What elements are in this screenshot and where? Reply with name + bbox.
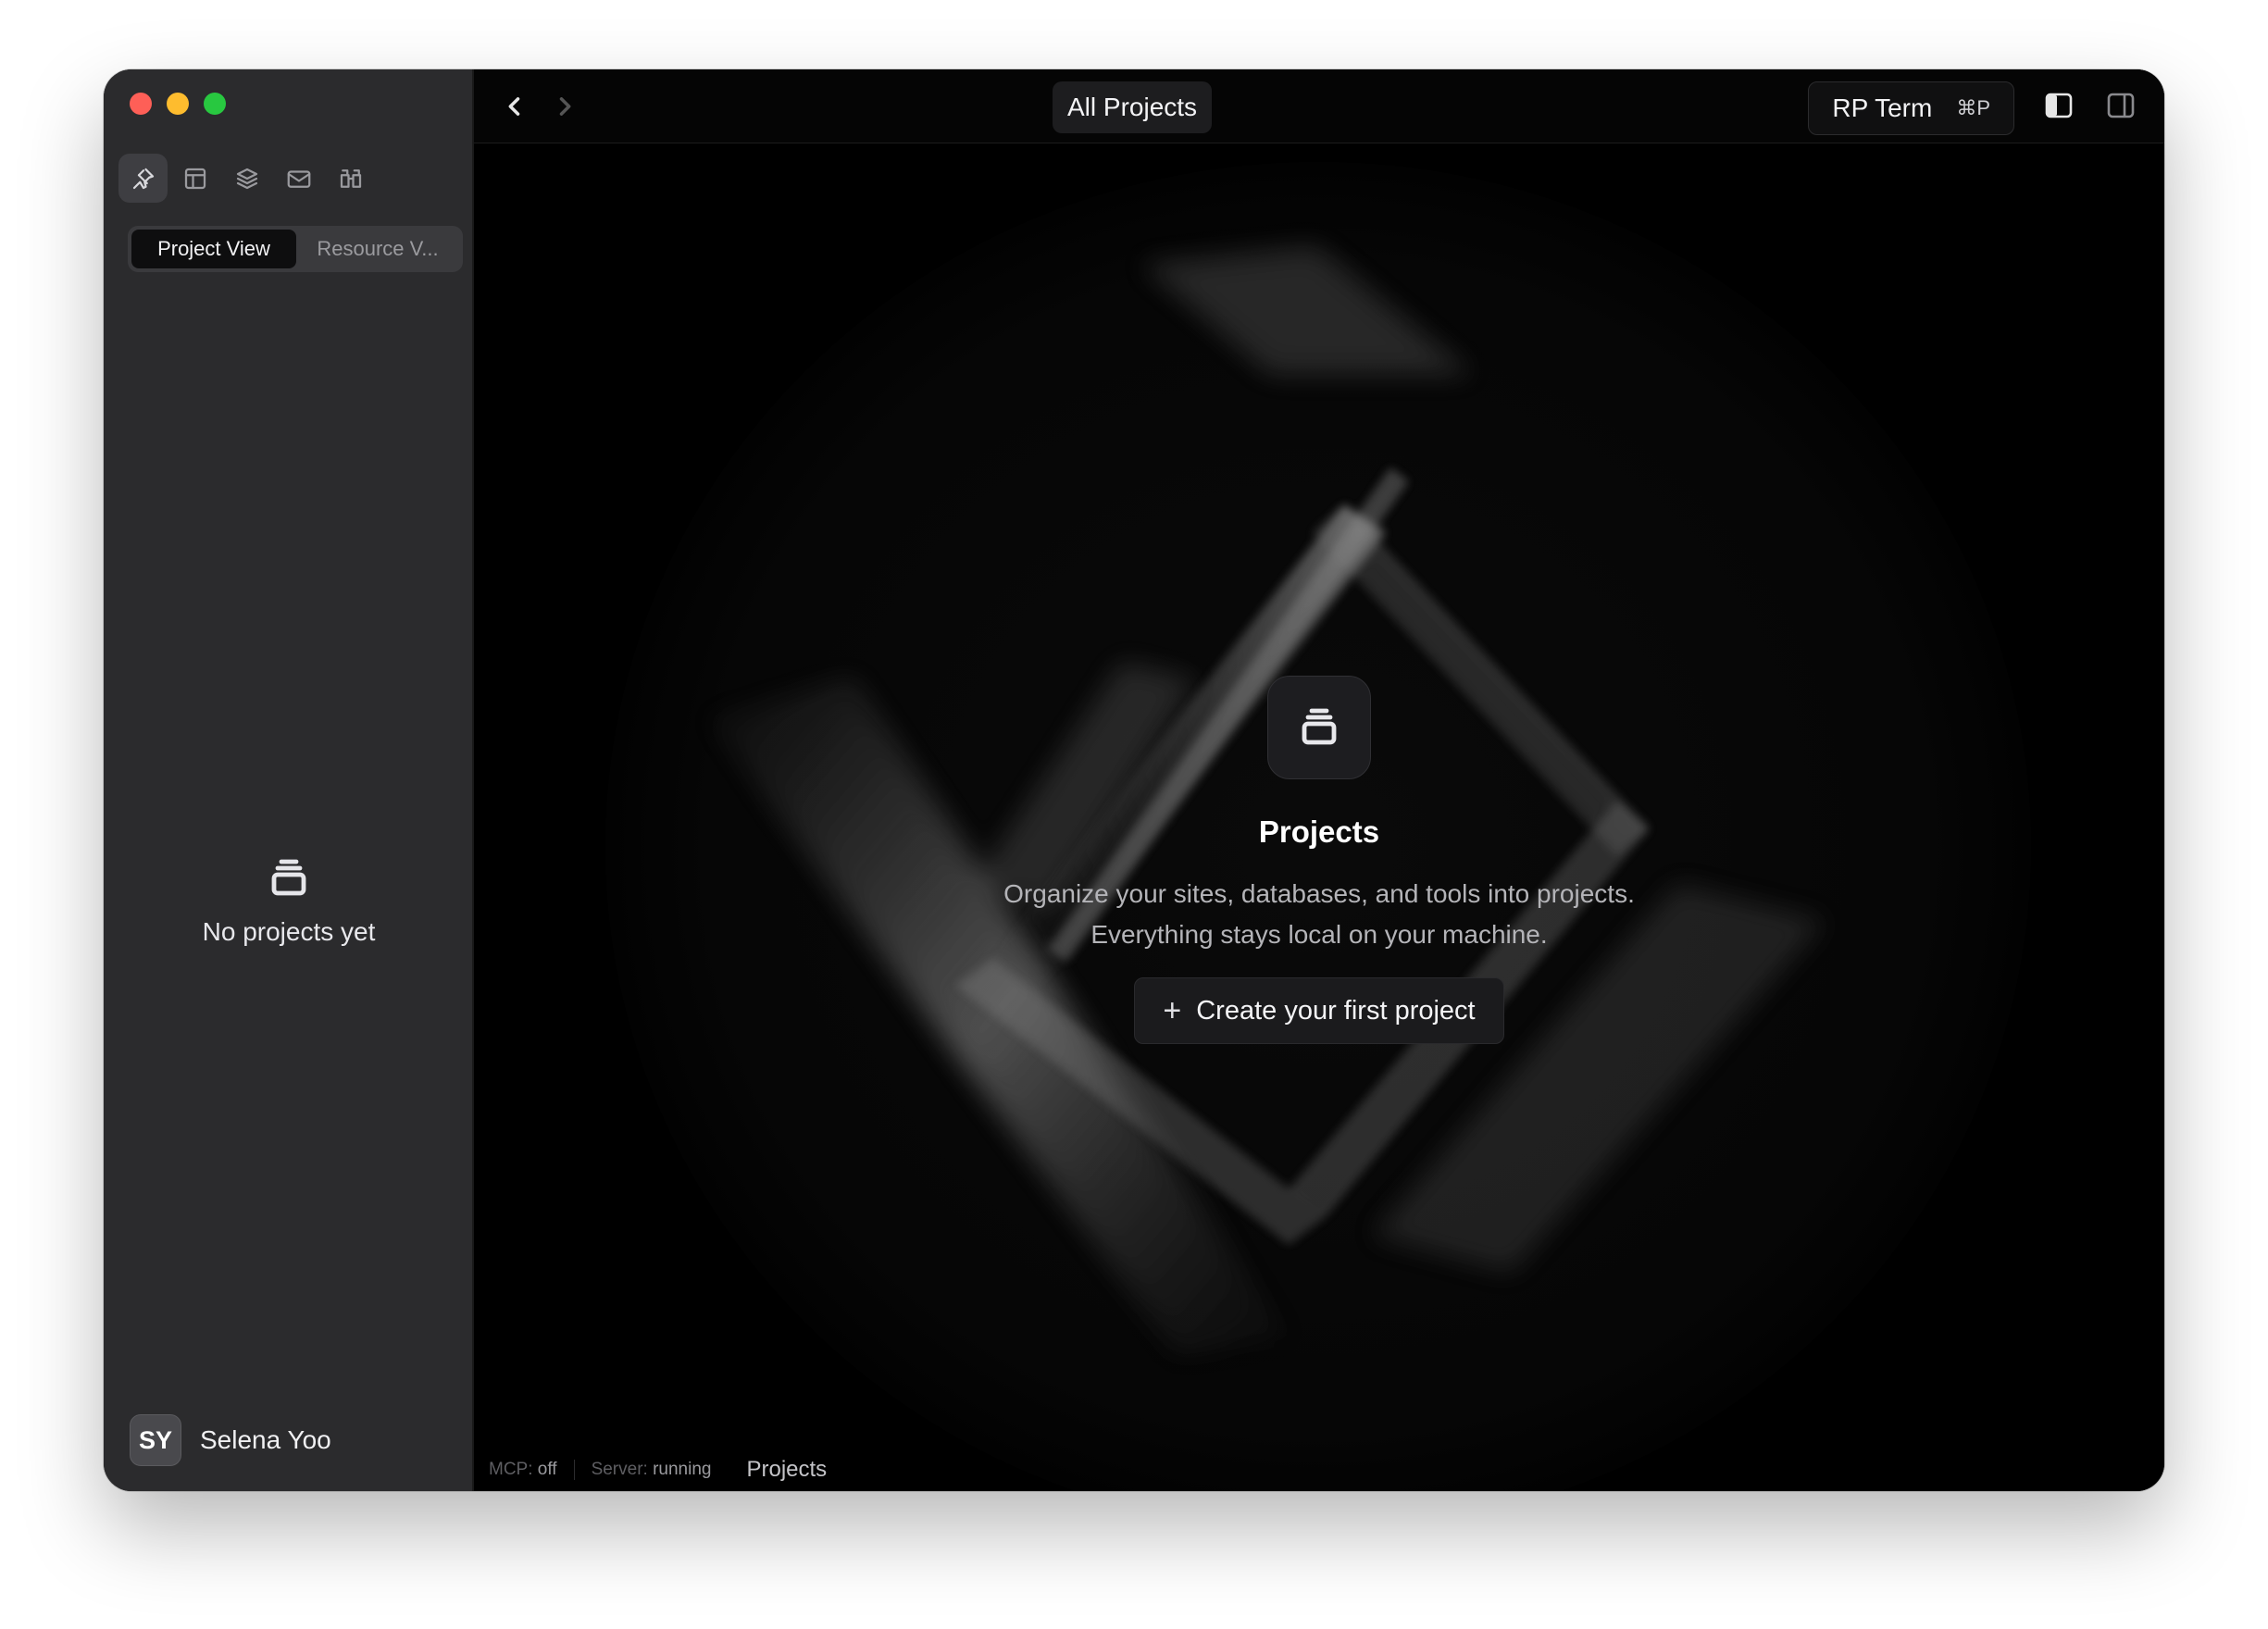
sidebar-empty-state: No projects yet <box>104 856 474 947</box>
avatar: SY <box>130 1414 181 1466</box>
tool-pin[interactable] <box>118 154 168 203</box>
minimize-button[interactable] <box>167 93 189 115</box>
layout-icon <box>184 168 206 189</box>
projects-icon-tile <box>1267 676 1371 779</box>
status-divider <box>573 1460 575 1480</box>
plus-icon: + <box>1163 992 1182 1028</box>
create-project-label: Create your first project <box>1196 995 1476 1026</box>
app-window: Project View Resource V... No projects y… <box>104 69 2164 1491</box>
breadcrumb[interactable]: Projects <box>746 1457 827 1483</box>
forward-button[interactable] <box>552 93 578 124</box>
sidebar: Project View Resource V... No projects y… <box>104 69 474 1491</box>
stack-icon <box>271 859 306 896</box>
rp-term-label: RP Term <box>1832 93 1933 122</box>
pin-icon <box>132 168 154 189</box>
user-profile[interactable]: SY Selena Yoo <box>130 1414 331 1466</box>
server-status: Server: running <box>592 1460 712 1480</box>
tab-project-view[interactable]: Project View <box>131 230 296 268</box>
chevron-right-icon <box>559 97 571 116</box>
binoculars-icon <box>340 168 361 188</box>
tab-resource-view[interactable]: Resource V... <box>296 230 459 268</box>
tool-layers[interactable] <box>222 154 271 203</box>
empty-state-title: Projects <box>1258 814 1380 849</box>
empty-message: No projects yet <box>202 917 376 946</box>
server-status-value: running <box>653 1460 712 1479</box>
main-content: All Projects RP Term ⌘P Projects Organiz… <box>474 69 2164 1491</box>
create-project-button[interactable]: + Create your first project <box>1134 977 1504 1044</box>
close-button[interactable] <box>130 93 152 115</box>
user-name: Selena Yoo <box>200 1425 331 1454</box>
mcp-status: MCP: off <box>489 1460 557 1480</box>
sidebar-left-icon <box>2045 93 2073 118</box>
toggle-right-panel-button[interactable] <box>2105 90 2137 121</box>
view-switcher: Project View Resource V... <box>128 226 463 272</box>
mail-icon <box>287 169 310 188</box>
status-bar: MCP: off Server: running Projects <box>474 1449 2164 1491</box>
rp-term-shortcut: ⌘P <box>1956 96 1990 119</box>
layers-icon <box>236 168 257 189</box>
server-status-key: Server: <box>591 1460 648 1479</box>
mcp-status-value: off <box>537 1460 557 1479</box>
tool-mail[interactable] <box>274 154 323 203</box>
rp-term-button[interactable]: RP Term ⌘P <box>1808 81 2014 135</box>
stack-icon <box>1302 708 1337 745</box>
page-title[interactable]: All Projects <box>1053 81 1213 133</box>
tool-binoculars[interactable] <box>326 154 375 203</box>
mcp-status-key: MCP: <box>489 1460 533 1479</box>
toggle-left-panel-button[interactable] <box>2043 90 2075 121</box>
sidebar-toolbar <box>118 154 375 203</box>
titlebar: All Projects RP Term ⌘P <box>474 69 2164 143</box>
history-nav <box>502 93 578 124</box>
back-button[interactable] <box>502 93 528 124</box>
window-controls <box>130 93 226 115</box>
chevron-left-icon <box>508 97 520 116</box>
empty-state: Projects Organize your sites, databases,… <box>474 676 2164 1044</box>
empty-state-description: Organize your sites, databases, and tool… <box>1003 879 1635 949</box>
sidebar-right-icon <box>2107 93 2135 118</box>
zoom-button[interactable] <box>204 93 226 115</box>
tool-layout[interactable] <box>170 154 219 203</box>
